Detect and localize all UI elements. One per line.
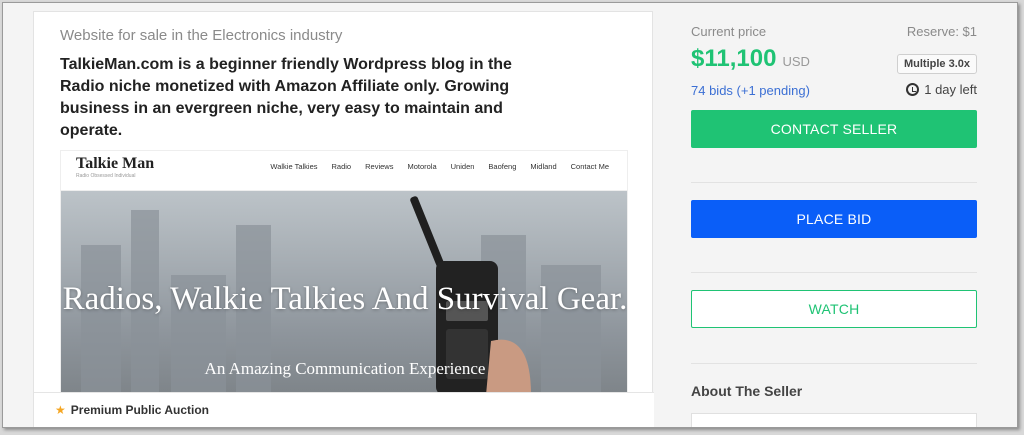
website-preview[interactable]: Talkie Man Radio Obsessed Individual Wal… [60, 150, 628, 394]
preview-hero-subtitle: An Amazing Communication Experience [204, 359, 486, 378]
preview-hero-title: Radios, Walkie Talkies And Survival Gear… [62, 281, 628, 317]
seller-info-box [691, 413, 977, 427]
preview-menu: Walkie Talkies Radio Reviews Motorola Un… [270, 162, 609, 171]
preview-menu-item: Midland [530, 162, 557, 171]
divider [691, 363, 977, 364]
watch-button[interactable]: WATCH [691, 290, 977, 328]
reserve-price: Reserve: $1 [906, 24, 977, 39]
preview-menu-item: Reviews [365, 162, 394, 171]
time-left: 1 day left [906, 82, 977, 97]
divider [691, 272, 977, 273]
listing-headline: TalkieMan.com is a beginner friendly Wor… [60, 56, 512, 139]
current-price-label: Current price [691, 24, 767, 39]
preview-hero-image: Radios, Walkie Talkies And Survival Gear… [61, 191, 628, 393]
time-left-label: 1 day left [924, 82, 977, 97]
preview-menu-item: Uniden [450, 162, 475, 171]
listing-card: Website for sale in the Electronics indu… [33, 11, 654, 427]
preview-menu-item: Baofeng [488, 162, 517, 171]
price-value: $11,100 [691, 45, 777, 72]
premium-label: Premium Public Auction [70, 403, 210, 417]
divider [691, 182, 977, 183]
screenshot-frame: Website for sale in the Electronics indu… [2, 2, 1018, 428]
auction-sidebar: Current price Reserve: $1 $11,100 USD Mu… [691, 11, 977, 427]
premium-badge: ★ Premium Public Auction [55, 403, 209, 417]
bids-link[interactable]: 74 bids (+1 pending) [691, 83, 810, 98]
preview-navbar: Talkie Man Radio Obsessed Individual Wal… [61, 151, 627, 191]
preview-menu-item: Radio [331, 162, 352, 171]
industry-label: Website for sale in the Electronics indu… [60, 27, 343, 44]
multiple-badge: Multiple 3.0x [896, 54, 977, 74]
clock-icon [906, 83, 920, 96]
star-icon: ★ [55, 403, 66, 417]
preview-menu-item: Walkie Talkies [270, 162, 318, 171]
place-bid-button[interactable]: PLACE BID [691, 200, 977, 238]
listing-footer: ★ Premium Public Auction [34, 392, 654, 427]
preview-menu-item: Contact Me [570, 162, 609, 171]
preview-logo: Talkie Man [76, 155, 155, 172]
contact-seller-button[interactable]: CONTACT SELLER [691, 110, 977, 148]
about-seller-heading: About The Seller [691, 383, 803, 399]
current-price: $11,100 USD [691, 45, 810, 73]
price-currency: USD [782, 54, 810, 69]
preview-tagline: Radio Obsessed Individual [76, 173, 136, 179]
preview-menu-item: Motorola [407, 162, 437, 171]
